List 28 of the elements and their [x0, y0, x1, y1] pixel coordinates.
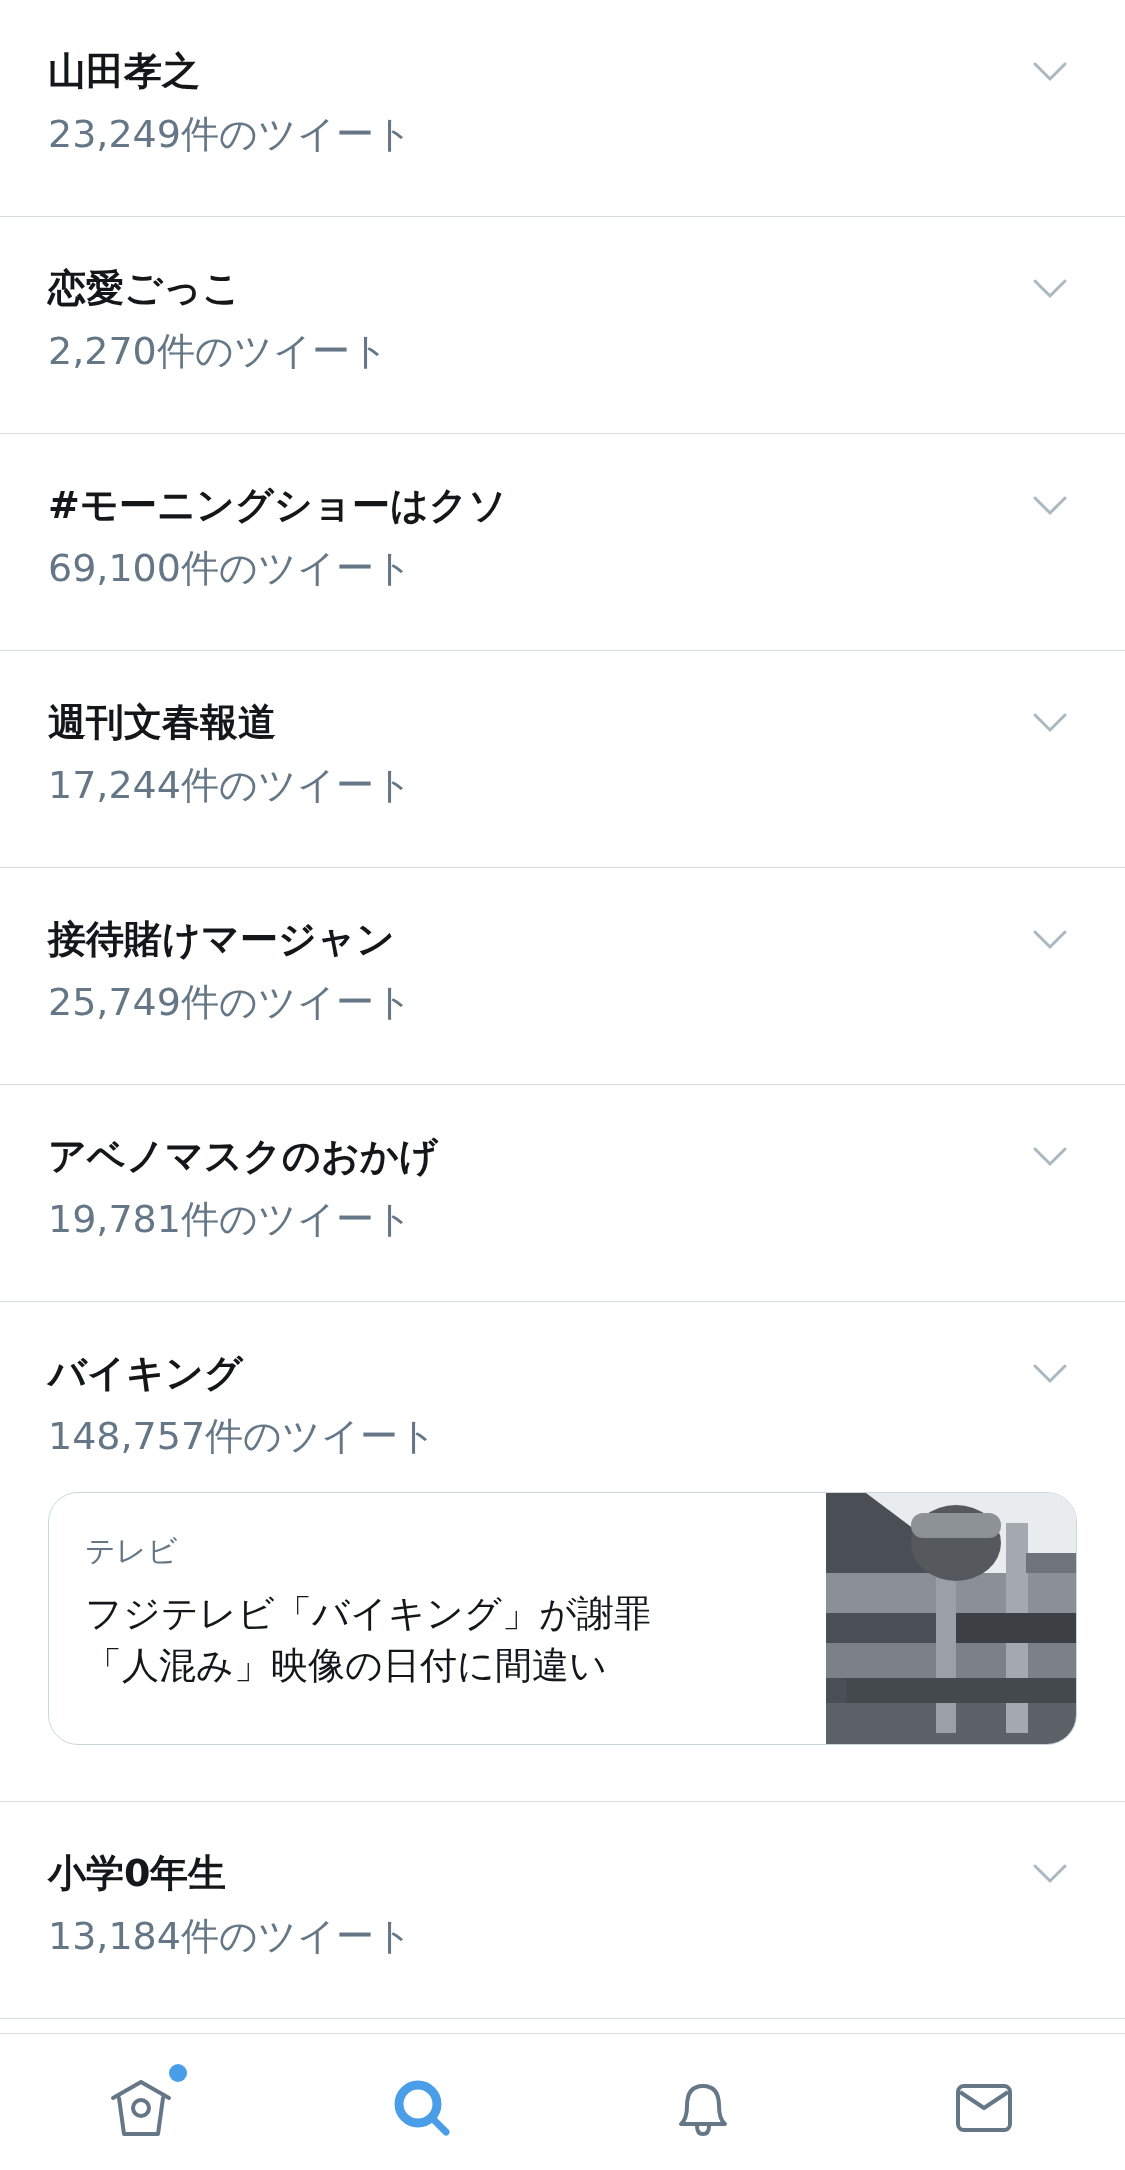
tweet-count: 2,270件のツイート	[48, 328, 389, 375]
news-category: テレビ	[85, 1532, 179, 1570]
trend-title[interactable]: 山田孝之	[48, 46, 413, 96]
chevron-down-icon[interactable]	[1033, 279, 1067, 299]
tweet-count: 23,249件のツイート	[48, 111, 413, 158]
trend-title[interactable]: #モーニングショーはクソ	[48, 480, 507, 530]
tweet-count: 148,757件のツイート	[48, 1413, 438, 1460]
news-card[interactable]: テレビ フジテレビ「バイキング」が謝罪 「人混み」映像の日付に間違い	[48, 1492, 1077, 1745]
chevron-down-icon[interactable]	[1033, 713, 1067, 733]
notification-dot	[168, 2064, 187, 2082]
tweet-count: 13,184件のツイート	[48, 1913, 413, 1960]
chevron-down-icon[interactable]	[1033, 1864, 1067, 1884]
chevron-down-icon[interactable]	[1033, 1364, 1067, 1384]
trend-title[interactable]: アベノマスクのおかげ	[48, 1131, 438, 1181]
chevron-down-icon[interactable]	[1033, 1147, 1067, 1167]
tweet-count: 69,100件のツイート	[48, 545, 414, 592]
trend-title[interactable]: 小学0年生	[48, 1848, 413, 1898]
tweet-count: 17,244件のツイート	[48, 762, 413, 809]
chevron-down-icon[interactable]	[1033, 496, 1067, 516]
trend-title[interactable]: バイキング	[48, 1348, 438, 1398]
tweet-count: 25,749件のツイート	[48, 979, 413, 1026]
chevron-down-icon[interactable]	[1033, 930, 1067, 950]
trend-title[interactable]: 週刊文春報道	[48, 697, 413, 747]
chevron-down-icon[interactable]	[1033, 62, 1067, 82]
news-headline: フジテレビ「バイキング」が謝罪 「人混み」映像の日付に間違い	[85, 1591, 651, 1689]
trend-title[interactable]: 接待賭けマージャン	[48, 914, 413, 964]
tweet-count: 19,781件のツイート	[48, 1196, 414, 1243]
trend-title[interactable]: 恋愛ごっこ	[48, 263, 389, 313]
